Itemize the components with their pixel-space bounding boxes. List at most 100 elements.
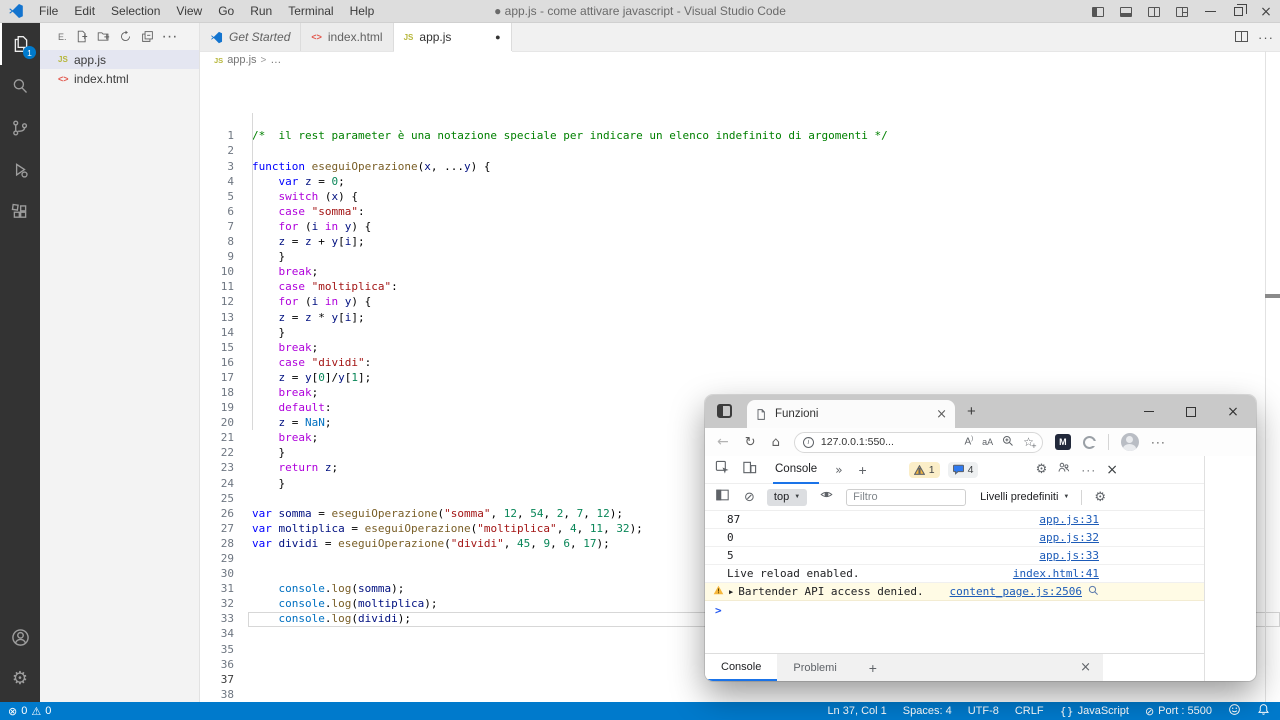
source-link[interactable]: app.js:31 — [1039, 513, 1099, 526]
tab-app.js[interactable]: JSapp.js● — [394, 23, 512, 51]
editor-scrollbar[interactable] — [1265, 51, 1266, 702]
editor-more-actions-icon[interactable]: ··· — [1258, 30, 1274, 45]
browser-close-button[interactable]: × — [1212, 395, 1254, 428]
scrollbar-marker[interactable] — [1265, 294, 1280, 298]
source-link[interactable]: content_page.js:2506 — [950, 585, 1082, 598]
console-messages-badge[interactable]: 4 — [948, 462, 979, 478]
explorer-section-label[interactable]: E. — [58, 32, 67, 42]
new-folder-icon[interactable] — [93, 27, 115, 47]
log-levels-selector[interactable]: Livelli predefiniti ▼ — [980, 491, 1069, 503]
refresh-icon[interactable]: ↻ — [745, 435, 756, 450]
console-sidebar-icon[interactable] — [715, 488, 730, 507]
code-line[interactable]: 13 z = z * y[i]; — [200, 310, 1280, 325]
context-selector[interactable]: top ▼ — [767, 489, 807, 506]
browser-minimize-button[interactable] — [1128, 395, 1170, 428]
read-aloud-icon[interactable]: A) — [964, 436, 973, 447]
menu-help[interactable]: Help — [342, 0, 383, 23]
menu-view[interactable]: View — [168, 0, 210, 23]
menu-terminal[interactable]: Terminal — [280, 0, 341, 23]
console-filter-input[interactable] — [846, 489, 966, 506]
drawer-add-icon[interactable]: + — [869, 660, 877, 676]
problems-status[interactable]: ⊗ 0 ⚠ 0 — [8, 705, 51, 718]
account-icon[interactable] — [0, 616, 40, 658]
breadcrumb[interactable]: JS app.js > … — [200, 52, 1280, 68]
tab-close-icon[interactable]: × — [936, 407, 947, 422]
tab-index.html[interactable]: <>index.html — [301, 23, 393, 51]
menu-go[interactable]: Go — [210, 0, 242, 23]
code-line[interactable]: 3function eseguiOperazione(x, ...y) { — [200, 159, 1280, 174]
collapse-folders-icon[interactable] — [137, 27, 159, 47]
customize-layout-icon[interactable] — [1168, 0, 1196, 23]
code-line[interactable]: 16 case "dividi": — [200, 355, 1280, 370]
people-icon[interactable] — [1057, 461, 1071, 479]
settings-gear-icon[interactable]: ⚙ — [0, 658, 40, 700]
menu-file[interactable]: File — [31, 0, 66, 23]
close-button[interactable]: × — [1252, 0, 1280, 23]
status-live-server-port[interactable]: ⊘Port : 5500 — [1145, 705, 1212, 718]
refresh-explorer-icon[interactable] — [115, 27, 137, 47]
extension-c-icon[interactable] — [1083, 436, 1096, 449]
new-tab-icon[interactable]: + — [967, 403, 976, 420]
sidebar-item-run-debug[interactable] — [0, 149, 40, 191]
expand-arrow-icon[interactable]: ▶ — [729, 588, 733, 596]
inspect-element-icon[interactable] — [715, 460, 730, 480]
code-line[interactable]: 10 break; — [200, 264, 1280, 279]
minimize-button[interactable] — [1196, 0, 1224, 23]
favorites-star-icon[interactable]: ☆ — [1023, 435, 1034, 449]
address-bar[interactable]: i 127.0.0.1:550... A) aA ☆ — [794, 432, 1043, 453]
code-line[interactable]: 7 for (i in y) { — [200, 219, 1280, 234]
site-info-icon[interactable]: i — [803, 437, 814, 448]
home-icon[interactable]: ⌂ — [772, 435, 780, 450]
browser-maximize-button[interactable] — [1170, 395, 1212, 428]
devtools-more-icon[interactable]: ··· — [1081, 463, 1096, 477]
status-eol[interactable]: CRLF — [1015, 705, 1044, 717]
feedback-icon[interactable] — [1228, 703, 1241, 719]
menu-run[interactable]: Run — [242, 0, 280, 23]
sidebar-item-extensions[interactable] — [0, 191, 40, 233]
extension-m-icon[interactable]: M — [1055, 434, 1071, 450]
file-item-index.html[interactable]: <>index.html — [40, 69, 199, 88]
breadcrumb-file[interactable]: app.js — [227, 54, 256, 66]
more-tabs-icon[interactable]: » — [835, 463, 842, 477]
source-link[interactable]: app.js:32 — [1039, 531, 1099, 544]
code-line[interactable]: 14 } — [200, 325, 1280, 340]
clear-console-icon[interactable]: ⊘ — [744, 490, 755, 505]
file-item-app.js[interactable]: JSapp.js — [40, 50, 199, 69]
devtools-settings-gear-icon[interactable]: ⚙ — [1036, 462, 1048, 477]
source-link[interactable]: index.html:41 — [1013, 567, 1099, 580]
add-tool-icon[interactable]: + — [859, 462, 867, 478]
code-line[interactable]: 4 var z = 0; — [200, 174, 1280, 189]
new-file-icon[interactable] — [71, 27, 93, 47]
code-line[interactable]: 38 — [200, 687, 1280, 702]
issues-warning-badge[interactable]: 1 — [909, 462, 940, 478]
menu-edit[interactable]: Edit — [66, 0, 103, 23]
device-toolbar-icon[interactable] — [742, 460, 757, 480]
browser-settings-more-icon[interactable]: ··· — [1151, 435, 1166, 449]
tab-get-started[interactable]: Get Started — [200, 23, 301, 51]
source-link[interactable]: app.js:33 — [1039, 549, 1099, 562]
sidebar-item-source-control[interactable] — [0, 107, 40, 149]
code-line[interactable]: 8 z = z + y[i]; — [200, 234, 1280, 249]
zoom-icon[interactable] — [1002, 435, 1014, 450]
toggle-sidebar-icon[interactable] — [1084, 0, 1112, 23]
code-line[interactable]: 17 z = y[0]/y[1]; — [200, 370, 1280, 385]
toggle-panel-icon[interactable] — [1112, 0, 1140, 23]
status-language[interactable]: {}JavaScript — [1060, 705, 1129, 718]
notifications-bell-icon[interactable] — [1257, 703, 1270, 719]
drawer-close-icon[interactable]: × — [1080, 660, 1091, 675]
search-icon[interactable] — [1088, 585, 1099, 599]
explorer-more-actions-icon[interactable]: ··· — [159, 27, 181, 47]
translate-icon[interactable]: aA — [982, 437, 993, 447]
devtools-tab-console[interactable]: Console — [773, 456, 819, 484]
console-settings-gear-icon[interactable]: ⚙ — [1094, 490, 1106, 505]
console-row[interactable]: Live reload enabled.index.html:41 — [705, 565, 1204, 583]
console-prompt[interactable]: > — [705, 601, 1204, 619]
split-editor-icon[interactable] — [1235, 29, 1248, 47]
status-encoding[interactable]: UTF-8 — [968, 705, 999, 717]
code-line[interactable]: 5 switch (x) { — [200, 189, 1280, 204]
code-line[interactable]: 6 case "somma": — [200, 204, 1280, 219]
console-row[interactable]: 0app.js:32 — [705, 529, 1204, 547]
console-row[interactable]: 5app.js:33 — [705, 547, 1204, 565]
restore-button[interactable] — [1224, 0, 1252, 23]
breadcrumb-symbol[interactable]: … — [270, 54, 281, 66]
